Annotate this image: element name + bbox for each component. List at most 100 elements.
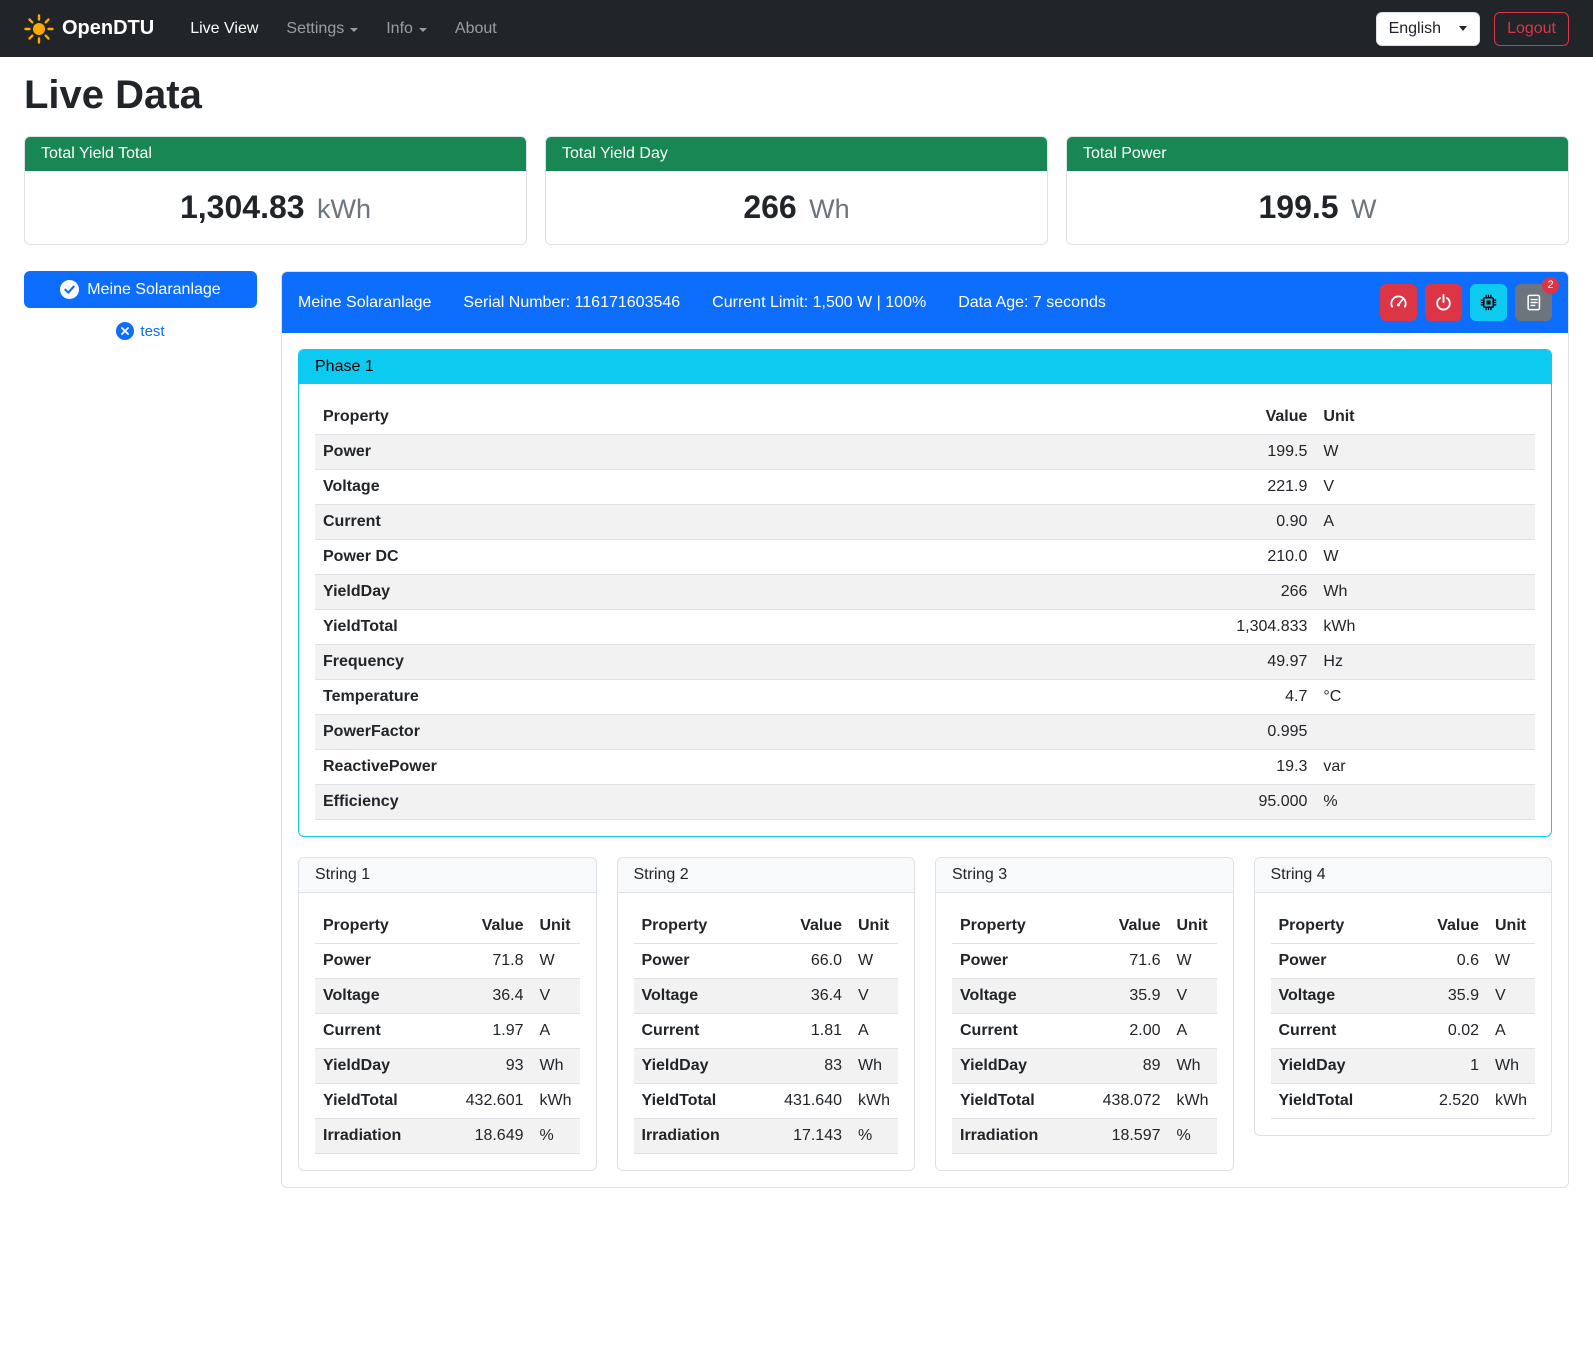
property-cell: YieldDay [1271,1049,1390,1084]
inverter-select-button[interactable]: Meine Solaranlage [24,271,257,308]
total-yield-total-value: 1,304.83 [180,189,305,225]
value-cell: 93 [434,1049,531,1084]
property-header: Property [1271,909,1390,944]
nav-about-label: About [455,20,497,38]
table-row: Voltage36.4V [315,979,580,1014]
device-info-button[interactable] [1470,284,1507,321]
unit-cell: Wh [532,1049,580,1084]
property-cell: Power [315,944,434,979]
table-row: Irradiation18.649% [315,1119,580,1154]
property-cell: Current [634,1014,753,1049]
language-select[interactable]: English [1376,12,1480,46]
property-cell: YieldDay [315,1049,434,1084]
property-cell: Current [315,505,864,540]
unit-cell: W [532,944,580,979]
card-body: 1,304.83 kWh [25,171,526,244]
table-row: Current1.97A [315,1014,580,1049]
table-row: YieldDay83Wh [634,1049,899,1084]
string-4-card: String 4 Property Value Unit [1254,857,1553,1136]
value-header: Value [864,400,1315,435]
table-row: Current2.00A [952,1014,1217,1049]
value-cell: 431.640 [753,1084,850,1119]
table-row: Voltage35.9V [952,979,1217,1014]
value-cell: 438.072 [1071,1084,1168,1119]
property-cell: Temperature [315,680,864,715]
limit-settings-button[interactable] [1380,284,1417,321]
value-cell: 199.5 [864,435,1315,470]
property-header: Property [634,909,753,944]
power-button[interactable] [1425,284,1462,321]
value-cell: 1.97 [434,1014,531,1049]
nav-settings[interactable]: Settings [274,12,370,46]
property-cell: Power [315,435,864,470]
cpu-icon [1479,293,1498,312]
brand-label: OpenDTU [62,17,154,40]
string-1-body: Property Value Unit Power71.8WVoltage36.… [299,893,596,1170]
value-cell: 89 [1071,1049,1168,1084]
language-value: English [1389,20,1441,38]
property-cell: YieldDay [634,1049,753,1084]
unit-cell: A [1315,505,1535,540]
inverter-item-test[interactable]: test [24,322,257,340]
table-row: Power0.6W [1271,944,1536,979]
unit-cell: W [1315,435,1535,470]
nav-live-view[interactable]: Live View [178,12,270,46]
table-row: Current0.90A [315,505,1535,540]
property-cell: YieldDay [315,575,864,610]
inverter-name: Meine Solaranlage [298,294,431,312]
brand[interactable]: OpenDTU [24,14,154,44]
table-row: Power71.6W [952,944,1217,979]
property-cell: Voltage [315,470,864,505]
value-cell: 221.9 [864,470,1315,505]
unit-cell: W [1487,944,1535,979]
x-circle-icon [116,322,134,340]
value-cell: 66.0 [753,944,850,979]
unit-header: Unit [1315,400,1535,435]
table-row: Temperature4.7°C [315,680,1535,715]
table-row: Voltage36.4V [634,979,899,1014]
table-header-row: Property Value Unit [952,909,1217,944]
unit-cell: % [1169,1119,1217,1154]
property-cell: YieldTotal [315,1084,434,1119]
unit-cell: kWh [1169,1084,1217,1119]
string-1-table: Property Value Unit Power71.8WVoltage36.… [315,909,580,1154]
event-log-button[interactable]: 2 [1515,284,1552,321]
value-cell: 1 [1390,1049,1487,1084]
inverter-action-buttons: 2 [1380,284,1552,321]
value-cell: 18.597 [1071,1119,1168,1154]
value-header: Value [753,909,850,944]
phase-1-table: Property Value Unit Power199.5WVoltage22… [315,400,1535,820]
total-yield-day-card: Total Yield Day 266 Wh [545,136,1048,245]
nav-about[interactable]: About [443,12,509,46]
value-cell: 432.601 [434,1084,531,1119]
value-cell: 0.995 [864,715,1315,750]
unit-cell: V [850,979,898,1014]
value-cell: 71.6 [1071,944,1168,979]
unit-cell: Wh [850,1049,898,1084]
property-cell: Current [315,1014,434,1049]
property-cell: Efficiency [315,785,864,820]
unit-cell: V [1487,979,1535,1014]
table-row: PowerFactor0.995 [315,715,1535,750]
logout-button[interactable]: Logout [1494,12,1569,46]
nav-info[interactable]: Info [374,12,439,46]
unit-header: Unit [850,909,898,944]
inverter-item-test-label: test [140,323,164,340]
unit-cell [1315,715,1535,750]
table-row: Power66.0W [634,944,899,979]
value-cell: 36.4 [753,979,850,1014]
unit-cell: % [532,1119,580,1154]
table-row: YieldDay266Wh [315,575,1535,610]
property-cell: YieldTotal [315,610,864,645]
table-row: YieldDay93Wh [315,1049,580,1084]
table-row: YieldTotal431.640kWh [634,1084,899,1119]
table-row: Irradiation18.597% [952,1119,1217,1154]
card-title: Total Yield Day [546,137,1047,171]
property-cell: ReactivePower [315,750,864,785]
nav-links: Live View Settings Info About [178,12,1367,46]
table-row: Voltage221.9V [315,470,1535,505]
total-yield-day-value: 266 [743,189,796,225]
unit-cell: A [1487,1014,1535,1049]
string-1-card: String 1 Property Value Unit [298,857,597,1171]
total-yield-total-unit: kWh [317,194,371,224]
